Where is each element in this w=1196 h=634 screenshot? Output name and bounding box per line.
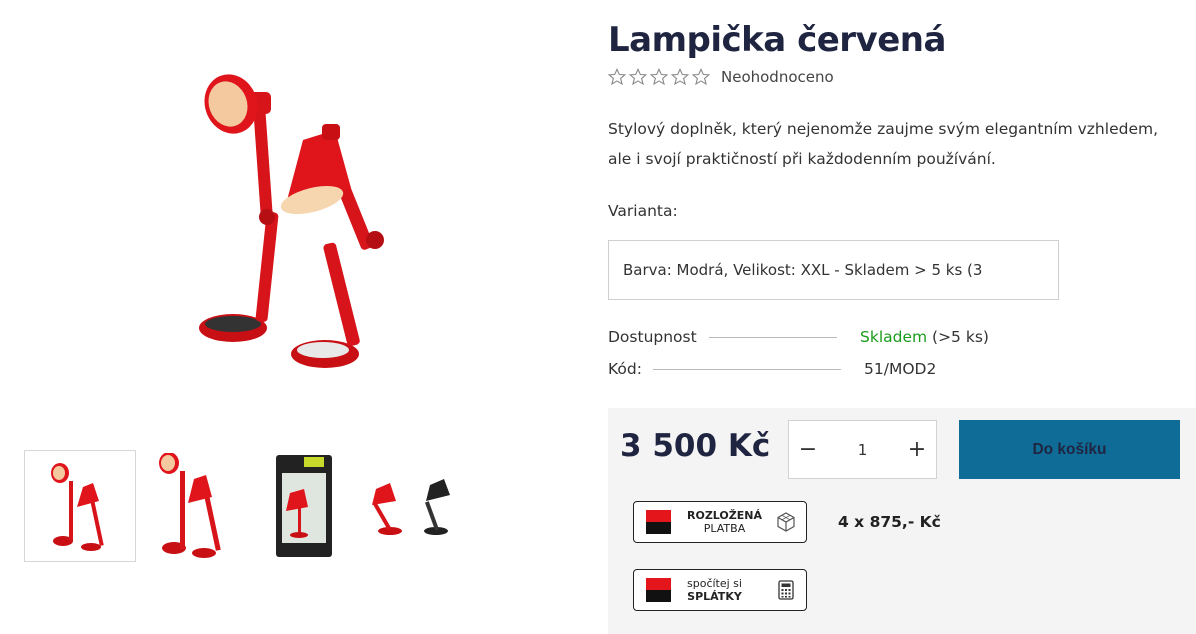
main-product-image[interactable] (185, 62, 405, 382)
availability-row: Dostupnost (608, 328, 837, 346)
red-lamp-thumbnail (51, 463, 104, 551)
availability-qty: (>5 ks) (927, 328, 989, 346)
badge-line: SPLÁTKY (687, 590, 742, 603)
description-line: ale i svojí praktičností při každodenním… (608, 150, 996, 168)
product-description: Stylový doplněk, který nejenomže zaujme … (608, 114, 1188, 174)
lamp-package-thumbnail (276, 455, 332, 557)
quantity-input[interactable]: 1 (858, 441, 868, 459)
variant-selected-value: Barva: Modrá, Velikost: XXL - Skladem > … (623, 261, 983, 279)
availability-status: Skladem (860, 328, 928, 346)
split-payment-badge[interactable]: ROZLOŽENÁ PLATBA (633, 501, 807, 543)
code-row: Kód: (608, 360, 841, 378)
thumbnail-4[interactable] (360, 450, 472, 562)
thumbnail-3[interactable] (248, 450, 360, 562)
price: 3 500 Kč (620, 428, 771, 464)
decrease-quantity-button[interactable]: − (789, 421, 827, 478)
badge-line: PLATBA (703, 522, 746, 535)
star-empty-icon[interactable] (608, 68, 626, 86)
red-lamp-thumbnail (159, 453, 221, 558)
quantity-stepper[interactable]: − 1 + (788, 420, 937, 479)
bank-logo-icon (646, 578, 671, 602)
increase-quantity-button[interactable]: + (898, 421, 936, 478)
description-line: Stylový doplněk, který nejenomže zaujme … (608, 120, 1159, 138)
dotted-leader (708, 336, 837, 338)
installment-amount: 4 x 875,- Kč (838, 513, 941, 531)
red-lamp-image (199, 74, 384, 368)
rating-text: Neohodnoceno (721, 68, 834, 86)
star-empty-icon[interactable] (629, 68, 647, 86)
code-label: Kód: (608, 360, 642, 378)
product-title: Lampička červená (608, 20, 946, 60)
calculator-icon (778, 580, 794, 600)
cube-icon (777, 512, 795, 532)
rating[interactable]: Neohodnoceno (608, 68, 834, 86)
badge-line: spočítej si (687, 577, 742, 590)
badge-line: ROZLOŽENÁ (687, 509, 762, 522)
red-black-lamps-thumbnail (372, 479, 450, 535)
star-empty-icon[interactable] (692, 68, 710, 86)
availability-label: Dostupnost (608, 328, 697, 346)
dotted-leader (652, 368, 841, 370)
add-to-cart-button[interactable]: Do košíku (959, 420, 1180, 479)
thumbnail-1[interactable] (24, 450, 136, 562)
variant-select[interactable]: Barva: Modrá, Velikost: XXL - Skladem > … (608, 240, 1059, 300)
availability-value: Skladem (>5 ks) (860, 328, 989, 346)
thumbnail-gallery (24, 450, 472, 562)
star-empty-icon[interactable] (650, 68, 668, 86)
thumbnail-2[interactable] (136, 450, 248, 562)
bank-logo-icon (646, 510, 671, 534)
code-value: 51/MOD2 (864, 360, 937, 378)
star-empty-icon[interactable] (671, 68, 689, 86)
variant-label: Varianta: (608, 202, 678, 220)
calculate-installments-badge[interactable]: spočítej si SPLÁTKY (633, 569, 807, 611)
